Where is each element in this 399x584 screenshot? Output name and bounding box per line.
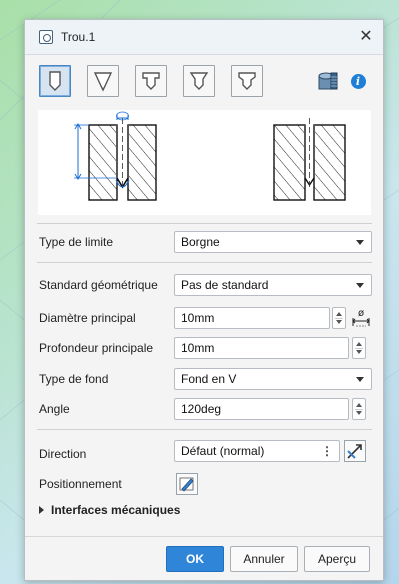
- direction-row: Direction Défaut (normal) ⋮: [39, 440, 374, 462]
- angle-row: Angle 120deg: [39, 398, 374, 420]
- geometric-standard-select[interactable]: Pas de standard: [174, 274, 372, 296]
- counterbored-hole-button[interactable]: [135, 65, 167, 97]
- preview-button[interactable]: Aperçu: [304, 546, 370, 572]
- bottom-type-row: Type de fond Fond en V: [39, 368, 374, 390]
- title-bar: Trou.1 ✕: [25, 20, 383, 55]
- main-diameter-label: Diamètre principal: [39, 311, 136, 325]
- more-icon[interactable]: ⋮: [321, 441, 333, 461]
- ok-button[interactable]: OK: [166, 546, 224, 572]
- main-diameter-input[interactable]: 10mm: [174, 307, 330, 329]
- limit-type-value: Borgne: [181, 235, 220, 249]
- limit-type-select[interactable]: Borgne: [174, 231, 372, 253]
- info-button[interactable]: i: [342, 65, 374, 97]
- cancel-button[interactable]: Annuler: [230, 546, 298, 572]
- mechanical-interfaces-label: Interfaces mécaniques: [51, 503, 181, 517]
- angle-input[interactable]: 120deg: [174, 398, 349, 420]
- main-depth-input[interactable]: 10mm: [174, 337, 349, 359]
- counterdrilled-hole-button[interactable]: [231, 65, 263, 97]
- simple-hole-button[interactable]: [39, 65, 71, 97]
- tapered-hole-button[interactable]: [87, 65, 119, 97]
- tapered-hole-icon: [93, 72, 113, 92]
- counterbored-hole-icon: [142, 72, 160, 90]
- chevron-down-icon: [356, 240, 364, 245]
- geometric-standard-row: Standard géométrique Pas de standard: [39, 274, 374, 296]
- limit-type-row: Type de limite Borgne: [39, 231, 374, 253]
- main-depth-spinner[interactable]: [352, 337, 366, 359]
- countersunk-hole-icon: [189, 72, 209, 90]
- bottom-type-value: Fond en V: [181, 372, 237, 386]
- chevron-down-icon: [356, 283, 364, 288]
- chevron-down-icon: [356, 377, 364, 382]
- dialog-footer: OK Annuler Aperçu: [25, 536, 383, 580]
- mechanical-interfaces-expander[interactable]: Interfaces mécaniques: [39, 503, 180, 517]
- separator: [37, 223, 372, 224]
- hole-type-toolbar: i: [39, 65, 374, 99]
- direction-label: Direction: [39, 447, 87, 461]
- chevron-right-icon: [39, 506, 44, 514]
- simple-hole-icon: [49, 71, 61, 91]
- hole-section-dimensioned: [74, 111, 157, 201]
- hole-feature-icon: [39, 30, 53, 44]
- positioning-label: Positionnement: [39, 477, 122, 491]
- geometric-standard-value: Pas de standard: [181, 278, 269, 292]
- hole-section-plain: [273, 118, 346, 201]
- close-icon[interactable]: ✕: [357, 28, 375, 46]
- separator: [37, 429, 372, 430]
- info-icon: i: [350, 73, 366, 89]
- threaded-hole-icon[interactable]: [312, 65, 344, 97]
- bottom-type-label: Type de fond: [39, 372, 109, 386]
- diameter-icon[interactable]: ø: [350, 307, 372, 329]
- dialog-title: Trou.1: [61, 30, 96, 44]
- sketch-icon[interactable]: [176, 473, 198, 495]
- main-diameter-value: 10mm: [181, 311, 215, 325]
- positioning-row: Positionnement: [39, 473, 374, 495]
- bottom-type-select[interactable]: Fond en V: [174, 368, 372, 390]
- angle-spinner[interactable]: [352, 398, 366, 420]
- geometric-standard-label: Standard géométrique: [39, 278, 158, 292]
- main-diameter-spinner[interactable]: [332, 307, 346, 329]
- main-depth-label: Profondeur principale: [39, 341, 154, 355]
- main-diameter-row: Diamètre principal 10mm ø: [39, 307, 374, 329]
- countersunk-hole-button[interactable]: [183, 65, 215, 97]
- counterdrilled-hole-icon: [238, 72, 256, 90]
- hole-dialog: Trou.1 ✕ i Type de limite Borgne Standar…: [24, 19, 384, 581]
- direction-value: Défaut (normal): [181, 444, 265, 458]
- separator: [37, 262, 372, 263]
- hole-preview-diagram: [74, 111, 346, 201]
- hole-preview: [38, 110, 371, 215]
- angle-label: Angle: [39, 402, 70, 416]
- angle-value: 120deg: [181, 402, 222, 416]
- direction-icon[interactable]: [344, 440, 366, 462]
- main-depth-row: Profondeur principale 10mm: [39, 337, 374, 359]
- limit-type-label: Type de limite: [39, 235, 114, 249]
- direction-field[interactable]: Défaut (normal) ⋮: [174, 440, 340, 462]
- svg-text:ø: ø: [358, 308, 364, 319]
- main-depth-value: 10mm: [181, 341, 215, 355]
